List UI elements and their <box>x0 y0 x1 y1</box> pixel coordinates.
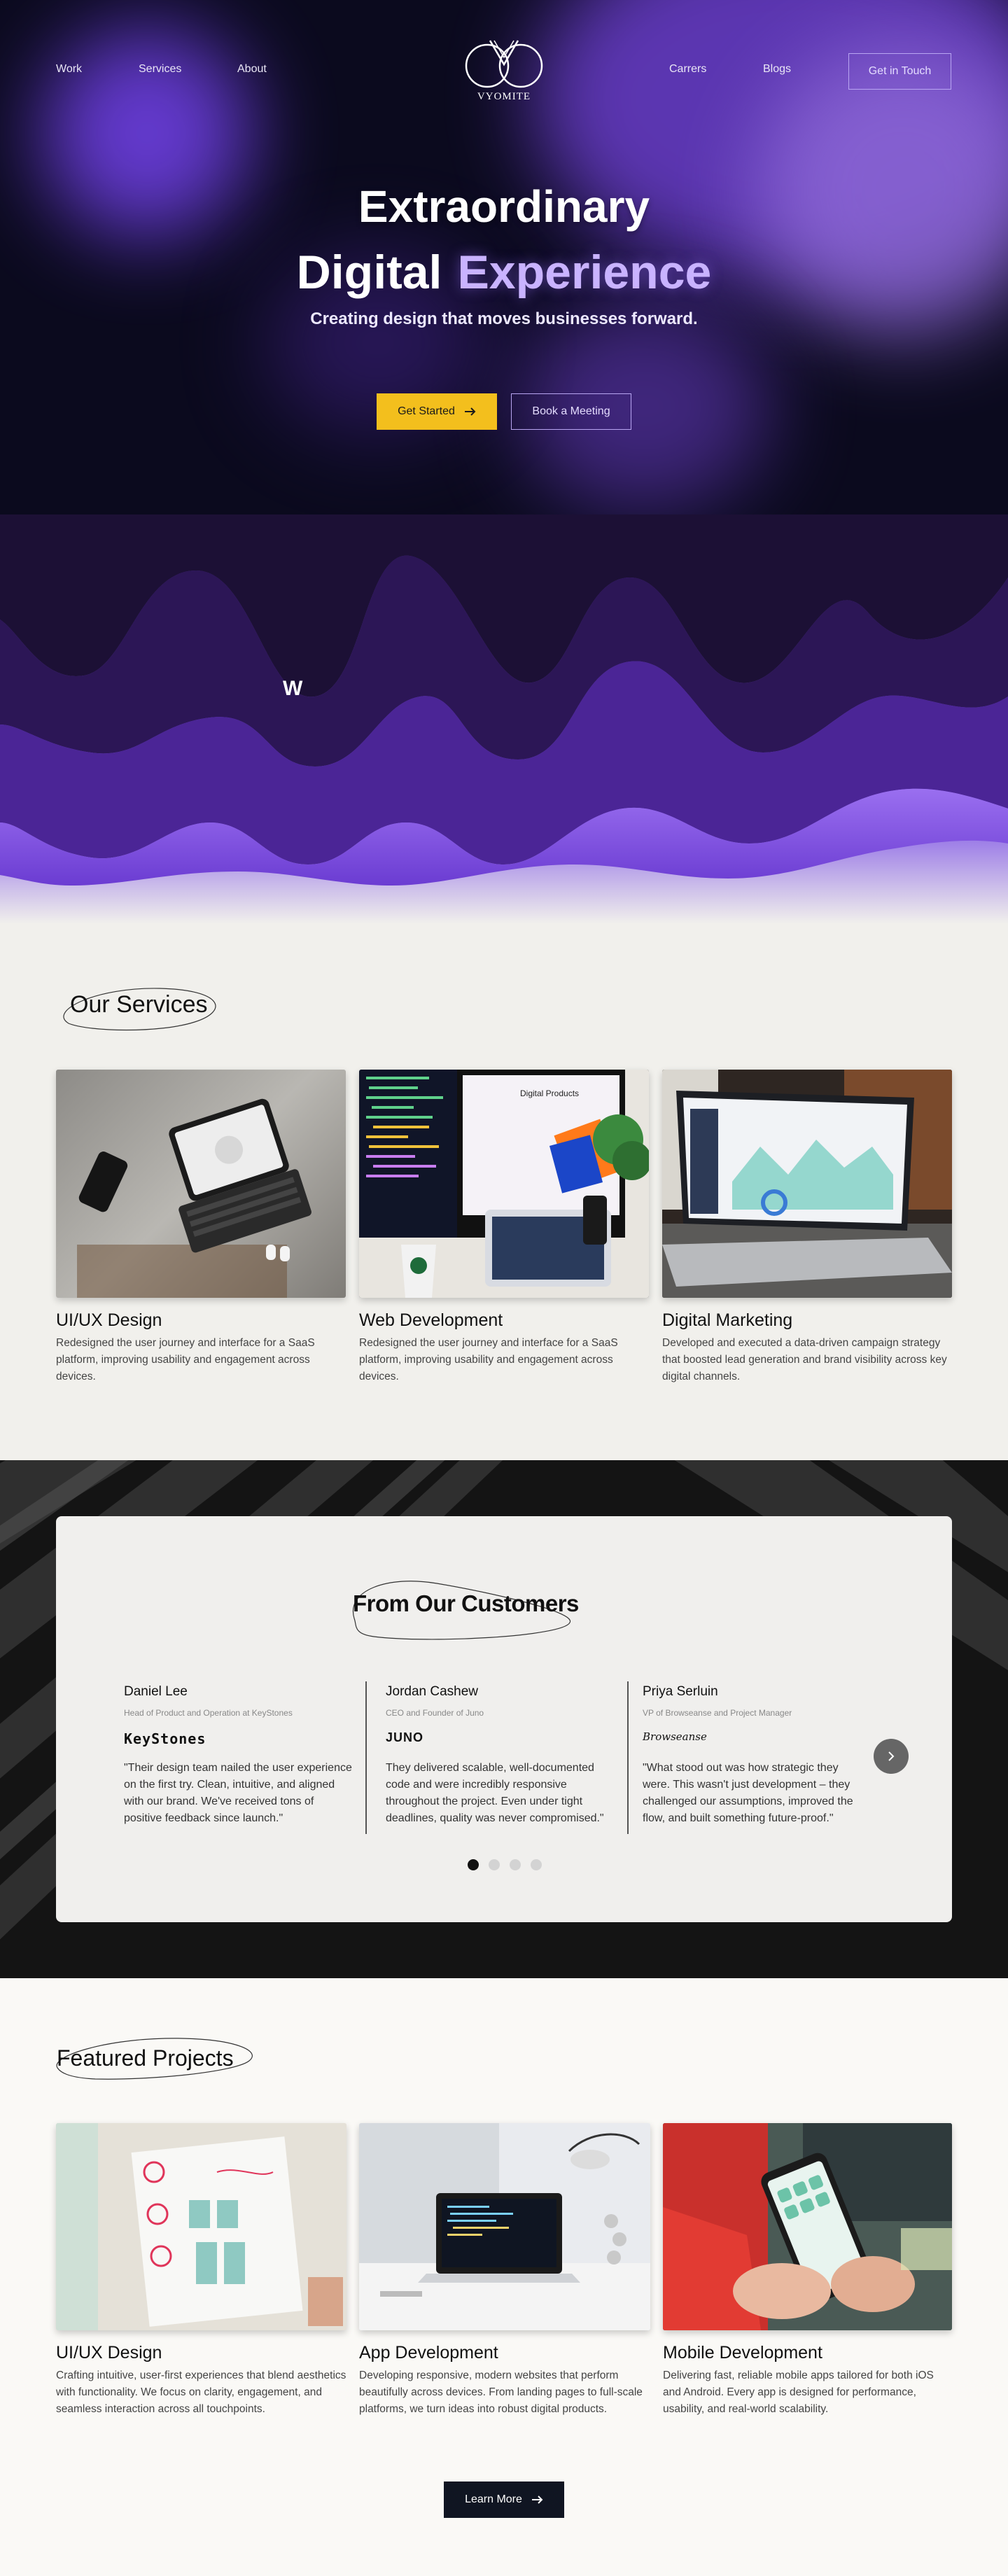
carousel-dots <box>468 1859 542 1870</box>
testimonial-role: CEO and Founder of Juno <box>386 1708 484 1718</box>
arrow-right-icon <box>464 407 476 416</box>
project-desc-uiux: Crafting intuitive, user-first experienc… <box>56 2370 346 2415</box>
nav-link-services[interactable]: Services <box>139 63 181 76</box>
testimonial-quote: They delivered scalable, well-documented… <box>386 1762 604 1824</box>
testimonial-quote: "Their design team nailed the user exper… <box>124 1762 352 1824</box>
logo-mark <box>465 40 543 88</box>
browseanse-logo: Browseanse <box>643 1730 707 1743</box>
carousel-dot[interactable] <box>489 1859 500 1870</box>
svg-text:Digital Products: Digital Products <box>520 1088 579 1098</box>
testimonials-title: From Our Customers <box>353 1590 579 1616</box>
keystones-logo: KeyStones <box>124 1730 206 1747</box>
logo-text: VYOMITE <box>477 91 531 102</box>
learn-more-button[interactable]: Learn More <box>444 2482 564 2518</box>
project-card-appdev[interactable]: App Development Developing responsive, m… <box>359 2123 650 2418</box>
testimonial-item: Daniel Lee Head of Product and Operation… <box>124 1684 355 1827</box>
testimonial-divider <box>365 1681 367 1834</box>
project-image-mobile <box>663 2123 952 2330</box>
project-image-uiux <box>56 2123 346 2330</box>
juno-logo: JUNO <box>386 1730 424 1744</box>
service-image-marketing <box>662 1070 952 1298</box>
service-desc-uiux: Redesigned the user journey and interfac… <box>56 1337 315 1382</box>
next-testimonial-button[interactable] <box>874 1739 909 1774</box>
nav-link-about[interactable]: About <box>237 63 267 76</box>
hero-section: Work Services About VYOMITE Carrers Blog… <box>0 0 1008 514</box>
testimonial-quote: "What stood out was how strategic they w… <box>643 1762 853 1824</box>
arrow-right-icon <box>531 2496 543 2504</box>
get-started-label: Get Started <box>398 405 455 417</box>
hero-title-line1: Extraordinary <box>358 181 650 232</box>
hero-title-experience: Experience <box>457 246 712 299</box>
nav-link-careers[interactable]: Carrers <box>669 63 706 76</box>
testimonial-divider <box>627 1681 629 1834</box>
hero-title-line2: Digital Experience <box>0 245 1008 300</box>
service-card-uiux[interactable]: UI/UX Design Redesigned the user journey… <box>56 1070 346 1385</box>
service-image-uiux <box>56 1070 346 1298</box>
project-title-appdev: App Development <box>359 2343 498 2362</box>
projects-title: Featured Projects <box>57 2045 234 2071</box>
testimonial-item: Priya Serluin VP of Browseanse and Proje… <box>643 1684 867 1827</box>
testimonial-name: Jordan Cashew <box>386 1684 479 1699</box>
project-image-appdev <box>359 2123 650 2330</box>
wave-letter: W <box>283 677 303 700</box>
learn-more-label: Learn More <box>465 2493 522 2505</box>
project-desc-appdev: Developing responsive, modern websites t… <box>359 2370 643 2415</box>
service-desc-marketing: Developed and executed a data-driven cam… <box>662 1337 947 1382</box>
testimonial-name: Priya Serluin <box>643 1684 718 1699</box>
project-card-uiux[interactable]: UI/UX Design Crafting intuitive, user-fi… <box>56 2123 346 2418</box>
project-title-mobile: Mobile Development <box>663 2343 822 2362</box>
book-meeting-button[interactable]: Book a Meeting <box>511 393 631 430</box>
service-title-uiux: UI/UX Design <box>56 1310 162 1330</box>
carousel-dot[interactable] <box>531 1859 542 1870</box>
service-title-marketing: Digital Marketing <box>662 1310 793 1330</box>
project-desc-mobile: Delivering fast, reliable mobile apps ta… <box>663 2370 934 2415</box>
service-card-marketing[interactable]: Digital Marketing Developed and executed… <box>662 1070 952 1385</box>
project-card-mobile[interactable]: Mobile Development Delivering fast, reli… <box>663 2123 952 2418</box>
service-card-webdev[interactable]: Digital Products Web Development Redesig… <box>359 1070 649 1385</box>
wave-band: W <box>0 514 1008 924</box>
project-title-uiux: UI/UX Design <box>56 2343 162 2362</box>
get-started-button[interactable]: Get Started <box>377 393 497 430</box>
brand-logo[interactable]: VYOMITE <box>455 36 553 106</box>
service-image-webdev: Digital Products <box>359 1070 649 1298</box>
chevron-right-icon <box>888 1751 895 1761</box>
wave-illustration <box>0 514 1008 924</box>
hero-subtitle: Creating design that moves businesses fo… <box>310 309 698 328</box>
testimonial-item: Jordan Cashew CEO and Founder of Juno JU… <box>386 1684 617 1827</box>
service-title-webdev: Web Development <box>359 1310 503 1330</box>
service-desc-webdev: Redesigned the user journey and interfac… <box>359 1337 618 1382</box>
testimonials-card: From Our Customers Daniel Lee Head of Pr… <box>56 1516 952 1922</box>
carousel-dot[interactable] <box>468 1859 479 1870</box>
top-nav: Work Services About VYOMITE Carrers Blog… <box>0 0 1008 140</box>
nav-link-blogs[interactable]: Blogs <box>763 63 791 76</box>
carousel-dot[interactable] <box>510 1859 521 1870</box>
testimonial-role: VP of Browseanse and Project Manager <box>643 1708 792 1718</box>
testimonial-name: Daniel Lee <box>124 1684 188 1699</box>
nav-link-work[interactable]: Work <box>56 63 82 76</box>
get-in-touch-button[interactable]: Get in Touch <box>848 53 951 90</box>
services-title: Our Services <box>70 991 208 1018</box>
hero-title-digital: Digital <box>296 246 442 299</box>
testimonial-role: Head of Product and Operation at KeySton… <box>124 1708 293 1718</box>
